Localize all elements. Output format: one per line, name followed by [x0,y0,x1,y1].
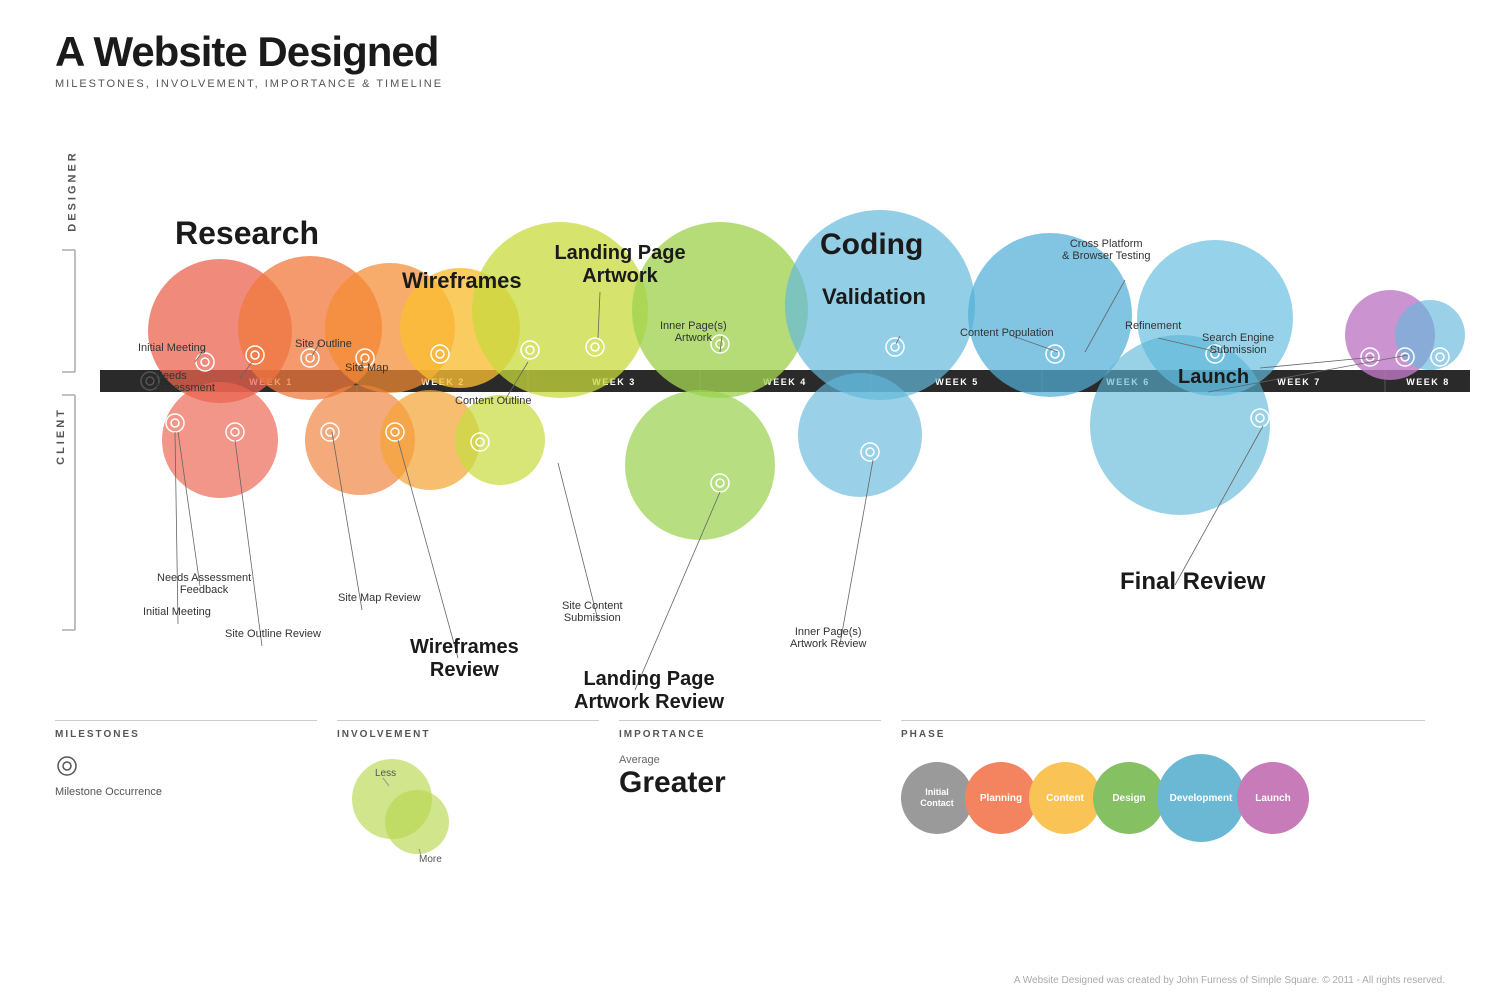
importance-greater: Greater [619,766,881,800]
page-title: A Website Designed [55,28,443,76]
research-label: Research [175,215,319,252]
phase-planning: Planning [965,762,1037,834]
content-outline-label: Content Outline [455,395,531,407]
svg-text:WEEK 5: WEEK 5 [935,377,979,387]
importance-content: Average Greater [619,754,881,800]
milestones-title: MILESTONES [55,720,317,740]
inner-pages-review-label: Inner Page(s)Artwork Review [790,626,866,650]
milestone-label: Milestone Occurrence [55,786,317,798]
initial-meeting-client: Initial Meeting [143,606,211,618]
inner-pages-artwork-label: Inner Page(s)Artwork [660,320,727,344]
page-subtitle: MILESTONES, INVOLVEMENT, IMPORTANCE & TI… [55,78,443,90]
site-outline-review-label: Site Outline Review [225,628,321,640]
milestones-content: Milestone Occurrence [55,754,317,798]
content-population-label: Content Population [960,327,1054,339]
legend-phase: PHASE InitialContact Planning Content De… [901,720,1445,864]
chart-svg: WEEK 1 WEEK 2 WEEK 3 WEEK 4 WEEK 5 WEEK … [0,110,1500,690]
initial-meeting-designer: Initial Meeting [138,342,206,354]
header: A Website Designed MILESTONES, INVOLVEME… [55,28,443,90]
site-map-label: Site Map [345,362,388,374]
legend-area: MILESTONES Milestone Occurrence INVOLVEM… [55,720,1445,864]
cross-platform-label: Cross Platform& Browser Testing [1062,238,1150,262]
legend-importance: IMPORTANCE Average Greater [619,720,901,864]
phase-design: Design [1093,762,1165,834]
needs-assessment-feedback-label: Needs AssessmentFeedback [157,572,251,596]
final-review-label: Final Review [1120,568,1265,596]
site-outline-label: Site Outline [295,338,352,350]
importance-average: Average [619,754,881,766]
phase-launch: Launch [1237,762,1309,834]
svg-text:WEEK 8: WEEK 8 [1406,377,1450,387]
landing-page-review-label: Landing PageArtwork Review [574,668,724,714]
phase-initial-contact: InitialContact [901,762,973,834]
phase-development: Development [1157,754,1245,842]
svg-text:Less: Less [375,768,396,779]
phase-title: PHASE [901,720,1425,740]
needs-assessment-label: NeedsAssessment [155,370,215,394]
landing-page-artwork-label: Landing PageArtwork [550,242,690,288]
phase-content: Content [1029,762,1101,834]
site-content-submission-label: Site ContentSubmission [562,600,623,624]
legend-milestones: MILESTONES Milestone Occurrence [55,720,337,864]
milestone-icon [55,754,79,778]
svg-text:WEEK 7: WEEK 7 [1277,377,1321,387]
importance-title: IMPORTANCE [619,720,881,740]
coding-label: Coding [820,228,923,262]
site-map-review-label: Site Map Review [338,592,421,604]
involvement-title: INVOLVEMENT [337,720,599,740]
search-engine-label: Search EngineSubmission [1202,332,1274,356]
refinement-label: Refinement [1125,320,1181,332]
phase-circles-container: InitialContact Planning Content Design D… [901,754,1425,842]
validation-label: Validation [822,284,926,310]
involvement-svg: Less More [337,754,467,864]
wireframes-review-label: WireframesReview [410,636,519,682]
wireframes-label: Wireframes [402,268,522,294]
legend-involvement: INVOLVEMENT Less More [337,720,619,864]
launch-label: Launch [1178,366,1249,389]
footer: A Website Designed was created by John F… [1014,975,1445,986]
svg-text:More: More [419,854,442,864]
